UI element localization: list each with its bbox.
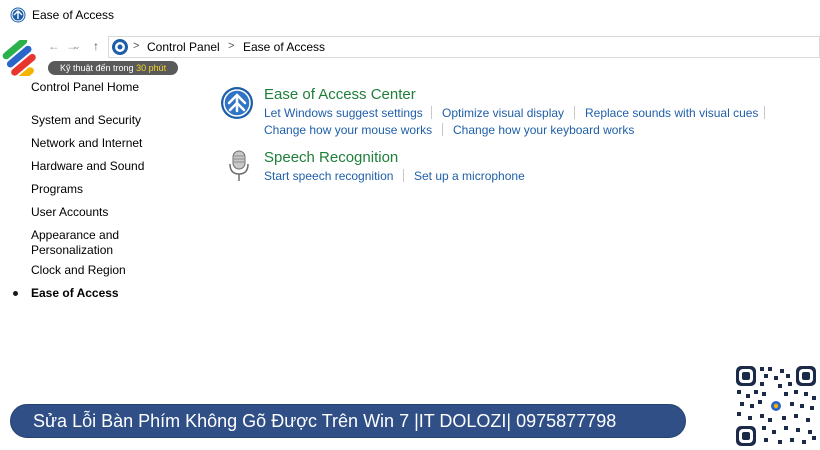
link-set-up-a-microphone[interactable]: Set up a microphone (414, 169, 525, 183)
link-divider (431, 106, 432, 119)
sidebar-item-network-and-internet[interactable]: Network and Internet (31, 136, 142, 151)
speech-recognition-title[interactable]: Speech Recognition (264, 149, 398, 166)
link-divider (442, 123, 443, 136)
active-item-bullet (13, 291, 18, 296)
title-bar: Ease of Access (0, 0, 820, 30)
link-divider (403, 169, 404, 182)
link-divider (574, 106, 575, 119)
link-change-how-your-mouse-works[interactable]: Change how your mouse works (264, 123, 432, 137)
back-arrow-icon[interactable]: ← (46, 38, 62, 54)
video-title-banner: Sửa Lỗi Bàn Phím Không Gõ Được Trên Win … (10, 404, 686, 438)
chevron-down-icon[interactable]: ⌄ (69, 38, 85, 54)
up-arrow-icon[interactable]: ↑ (88, 38, 104, 54)
ease-of-access-center-title[interactable]: Ease of Access Center (264, 86, 416, 103)
sidebar-item-programs[interactable]: Programs (31, 182, 83, 197)
sidebar-item-clock-and-region[interactable]: Clock and Region (31, 263, 126, 278)
microphone-icon[interactable] (222, 149, 256, 183)
sidebar-item-system-and-security[interactable]: System and Security (31, 113, 141, 128)
link-optimize-visual-display[interactable]: Optimize visual display (442, 106, 564, 120)
breadcrumb-separator: > (133, 40, 140, 52)
breadcrumb-separator: > (228, 40, 235, 52)
qr-code-icon (734, 364, 818, 448)
control-panel-icon (112, 39, 128, 55)
link-replace-sounds-with-visual-cues[interactable]: Replace sounds with visual cues (585, 106, 758, 120)
link-change-how-your-keyboard-works[interactable]: Change how your keyboard works (453, 123, 634, 137)
watermark-tagline: Kỹ thuật đến trong 30 phút (48, 61, 179, 75)
link-start-speech-recognition[interactable]: Start speech recognition (264, 169, 393, 183)
address-bar[interactable]: > Control Panel > Ease of Access (108, 36, 820, 58)
sidebar-item-ease-of-access[interactable]: Ease of Access (31, 286, 119, 301)
sidebar-item-appearance-and-personalization[interactable]: Appearance and Personalization (31, 228, 141, 258)
banner-text: Sửa Lỗi Bàn Phím Không Gõ Được Trên Win … (33, 411, 617, 431)
window-title: Ease of Access (32, 8, 115, 22)
watermark-logo-icon (2, 40, 36, 76)
breadcrumb-ease-of-access[interactable]: Ease of Access (243, 40, 325, 54)
sidebar-item-control-panel-home[interactable]: Control Panel Home (31, 80, 139, 95)
ease-of-access-icon (10, 7, 26, 23)
sidebar-item-user-accounts[interactable]: User Accounts (31, 205, 108, 220)
breadcrumb-control-panel[interactable]: Control Panel (147, 40, 220, 54)
link-let-windows-suggest-settings[interactable]: Let Windows suggest settings (264, 106, 423, 120)
link-divider (764, 106, 765, 119)
ease-of-access-center-icon[interactable] (220, 86, 254, 120)
sidebar-item-hardware-and-sound[interactable]: Hardware and Sound (31, 159, 144, 174)
